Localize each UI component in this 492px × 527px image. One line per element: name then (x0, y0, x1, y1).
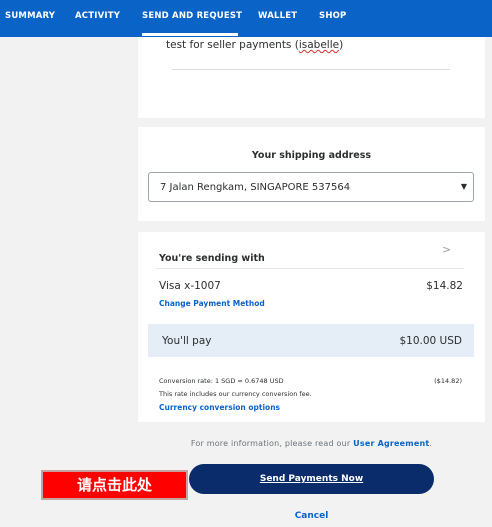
section-divider (156, 268, 464, 269)
change-payment-method-link[interactable]: Change Payment Method (159, 299, 265, 308)
user-agreement-link[interactable]: User Agreement (353, 439, 429, 448)
agreement-prefix: For more information, please read our (190, 439, 354, 448)
nav-item-activity[interactable]: ACTIVITY (75, 11, 120, 21)
click-here-annotation: 请点击此处 (41, 470, 188, 500)
shipping-title: Your shipping address (251, 150, 372, 161)
you-pay-label: You'll pay (162, 335, 212, 347)
nav-item-wallet[interactable]: WALLET (258, 11, 297, 21)
funding-card-name: Visa x-1007 (159, 280, 221, 292)
you-pay-box: You'll pay $10.00 USD (148, 324, 474, 357)
chevron-right-icon[interactable]: > (442, 243, 451, 256)
funding-card-amount: $14.82 (426, 280, 463, 292)
conversion-fee-note: This rate includes our currency conversi… (159, 390, 312, 398)
nav-active-indicator (142, 33, 238, 36)
conversion-amount: ($14.82) (434, 377, 462, 385)
payment-note-name: isabelle (298, 39, 340, 51)
cancel-link[interactable]: Cancel (138, 511, 485, 521)
agreement-suffix: . (429, 439, 433, 448)
conversion-rate: Conversion rate: 1 SGD = 0.6748 USD (159, 377, 284, 385)
payment-note-suffix: ) (339, 39, 344, 51)
nav-item-shop[interactable]: SHOP (319, 11, 347, 21)
currency-conversion-options-link[interactable]: Currency conversion options (159, 403, 280, 412)
payment-note: test for seller payments (isabelle) (166, 39, 343, 51)
agreement-notice: For more information, please read our Us… (138, 439, 485, 448)
shipping-address-select[interactable]: 7 Jalan Rengkam, SINGAPORE 537564 ▼ (148, 172, 474, 202)
selected-address: 7 Jalan Rengkam, SINGAPORE 537564 (160, 182, 351, 193)
send-payments-now-button[interactable]: Send Payments Now (189, 464, 434, 494)
note-divider (172, 69, 450, 70)
payment-note-prefix: test for seller payments ( (166, 39, 299, 51)
caret-down-icon: ▼ (460, 182, 467, 191)
top-navigation-bar: SUMMARY ACTIVITY SEND AND REQUEST WALLET… (0, 0, 492, 37)
nav-item-send-and-request[interactable]: SEND AND REQUEST (142, 11, 242, 21)
nav-item-summary[interactable]: SUMMARY (5, 11, 55, 21)
you-pay-amount: $10.00 USD (399, 335, 462, 347)
sending-with-title: You're sending with (159, 253, 265, 264)
